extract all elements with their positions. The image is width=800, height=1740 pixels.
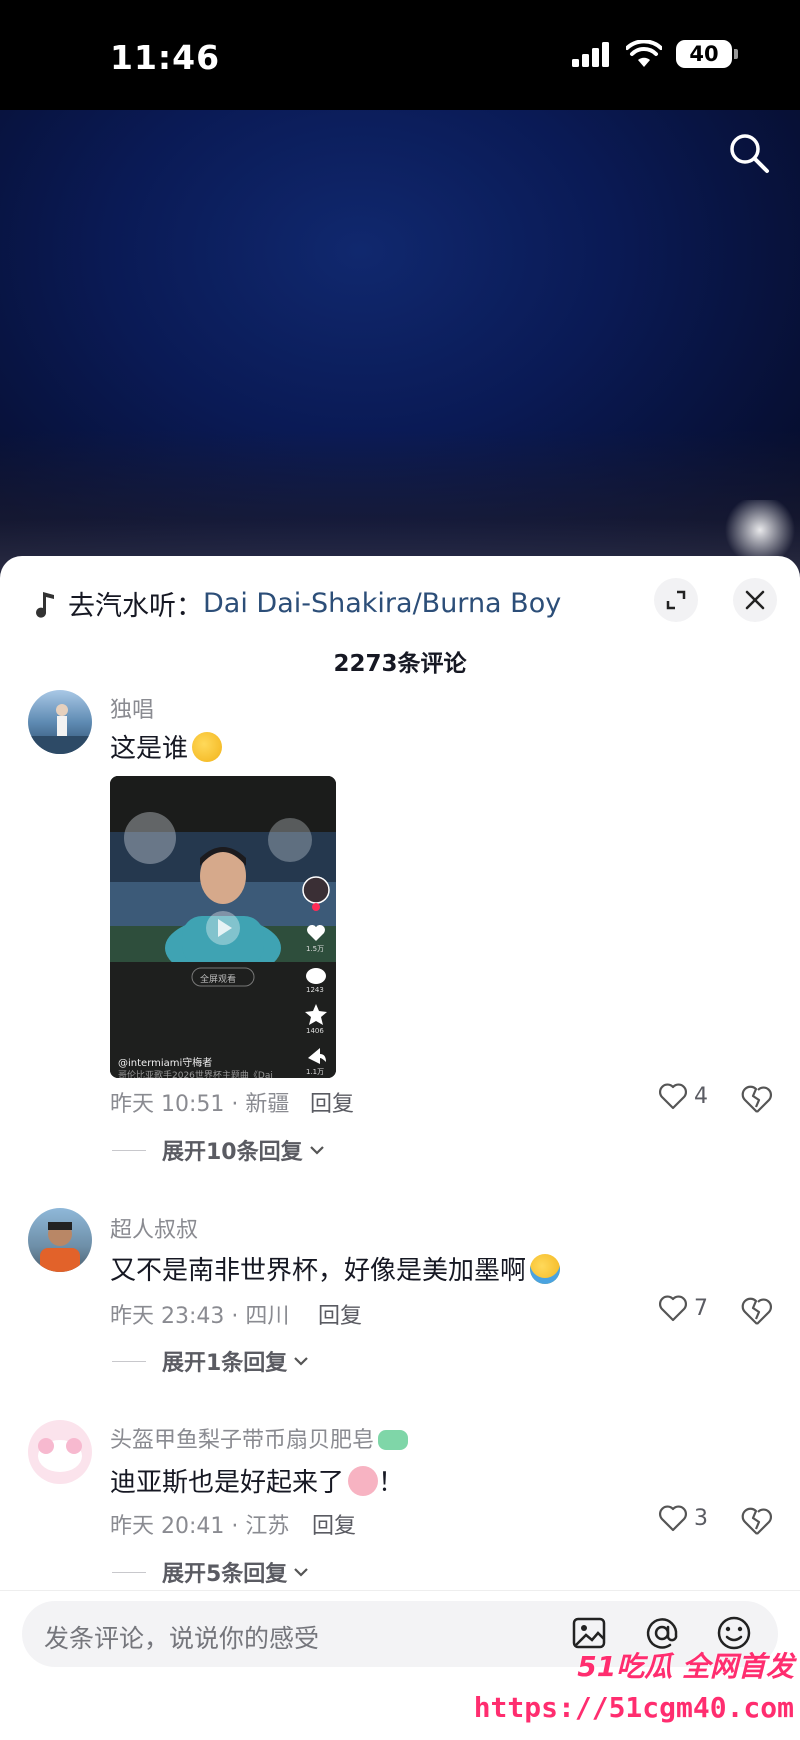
- like-button[interactable]: 4: [658, 1082, 708, 1110]
- expand-fullscreen-button[interactable]: [654, 578, 698, 622]
- close-button[interactable]: [733, 578, 777, 622]
- fullscreen-label: 全屏观看: [200, 975, 237, 985]
- soap-emoji-icon: [378, 1430, 409, 1450]
- status-icons: 40: [572, 40, 738, 68]
- like-count: 4: [694, 1083, 708, 1109]
- video-background[interactable]: [0, 110, 800, 580]
- music-note-icon: [36, 591, 54, 618]
- search-icon[interactable]: [726, 130, 772, 176]
- broken-heart-icon[interactable]: [740, 1294, 774, 1328]
- like-button[interactable]: 7: [658, 1294, 708, 1322]
- video-caption: 哥伦比亚歌手2026世界杯主题曲《Dai: [118, 1071, 273, 1078]
- avatar[interactable]: [28, 690, 92, 754]
- expand-replies[interactable]: 展开5条回复: [112, 1556, 311, 1588]
- battery-indicator: 40: [676, 40, 738, 68]
- status-time: 11:46: [110, 38, 221, 77]
- comment-time-location: 昨天 23:43 · 四川: [110, 1304, 290, 1329]
- laughing-crying-emoji-icon: [530, 1254, 561, 1284]
- watermark-line2: https://51cgm40.com: [473, 1691, 794, 1724]
- shush-emoji-icon: [192, 732, 223, 762]
- video-favorite-count: 1406: [306, 1027, 324, 1035]
- like-count: 3: [694, 1505, 708, 1531]
- video-comment-count: 1243: [306, 986, 324, 994]
- comment-text: 迪亚斯也是好起来了！: [110, 1466, 405, 1498]
- video-like-count: 1.5万: [306, 945, 325, 953]
- comment-username[interactable]: 头盔甲鱼梨子带币扇贝肥皂: [110, 1422, 409, 1454]
- status-bar: 11:46 40: [0, 0, 800, 110]
- comment-text: 又不是南非世界杯，好像是美加墨啊: [110, 1250, 561, 1287]
- pig-face-emoji-icon: [348, 1466, 379, 1496]
- reply-button[interactable]: 回复: [312, 1508, 356, 1540]
- broken-heart-icon[interactable]: [740, 1082, 774, 1116]
- avatar[interactable]: [28, 1420, 92, 1484]
- comment-time-location: 昨天 20:41 · 江苏: [110, 1514, 290, 1539]
- music-link[interactable]: 去汽水听： Dai Dai-Shakira/Burna Boy: [34, 584, 561, 623]
- chevron-down-icon: [309, 1146, 324, 1155]
- expand-replies[interactable]: 展开1条回复: [112, 1345, 311, 1377]
- heart-icon: [659, 1295, 687, 1322]
- heart-icon: [659, 1505, 687, 1532]
- comment-count: 2273条评论: [333, 651, 467, 677]
- close-icon: [745, 590, 765, 610]
- music-prefix: 去汽水听：: [68, 591, 203, 622]
- comment-username[interactable]: 超人叔叔: [110, 1212, 198, 1244]
- heart-icon: [659, 1083, 687, 1110]
- watermark-line1: 51吃瓜 全网首发: [577, 1650, 794, 1683]
- comment-text: 这是谁: [110, 728, 223, 765]
- avatar[interactable]: [28, 1208, 92, 1272]
- chevron-down-icon: [294, 1568, 309, 1577]
- expand-icon: [666, 590, 686, 610]
- broken-heart-icon[interactable]: [740, 1504, 774, 1538]
- chevron-down-icon: [294, 1357, 309, 1366]
- video-author: @intermiami守梅者: [118, 1058, 213, 1069]
- comment-time-location: 昨天 10:51 · 新疆: [110, 1092, 290, 1117]
- comment-username[interactable]: 独唱: [110, 692, 154, 724]
- signal-icon: [572, 42, 609, 67]
- like-count: 7: [694, 1295, 708, 1321]
- watermark: 51吃瓜 全网首发 https://51cgm40.com: [474, 1639, 800, 1739]
- music-song-title[interactable]: Dai Dai-Shakira/Burna Boy: [203, 588, 561, 619]
- video-card[interactable]: 全屏观看 1.5万 1243 1406 1.1万 @intermiami守梅者 …: [110, 776, 336, 1078]
- comment-input-placeholder: 发条评论，说说你的感受: [44, 1624, 320, 1653]
- video-share-count: 1.1万: [306, 1068, 325, 1076]
- reply-button[interactable]: 回复: [318, 1298, 362, 1330]
- wifi-icon: [626, 40, 662, 67]
- like-button[interactable]: 3: [658, 1504, 708, 1532]
- expand-replies[interactable]: 展开10条回复: [112, 1134, 327, 1166]
- reply-button[interactable]: 回复: [310, 1086, 354, 1118]
